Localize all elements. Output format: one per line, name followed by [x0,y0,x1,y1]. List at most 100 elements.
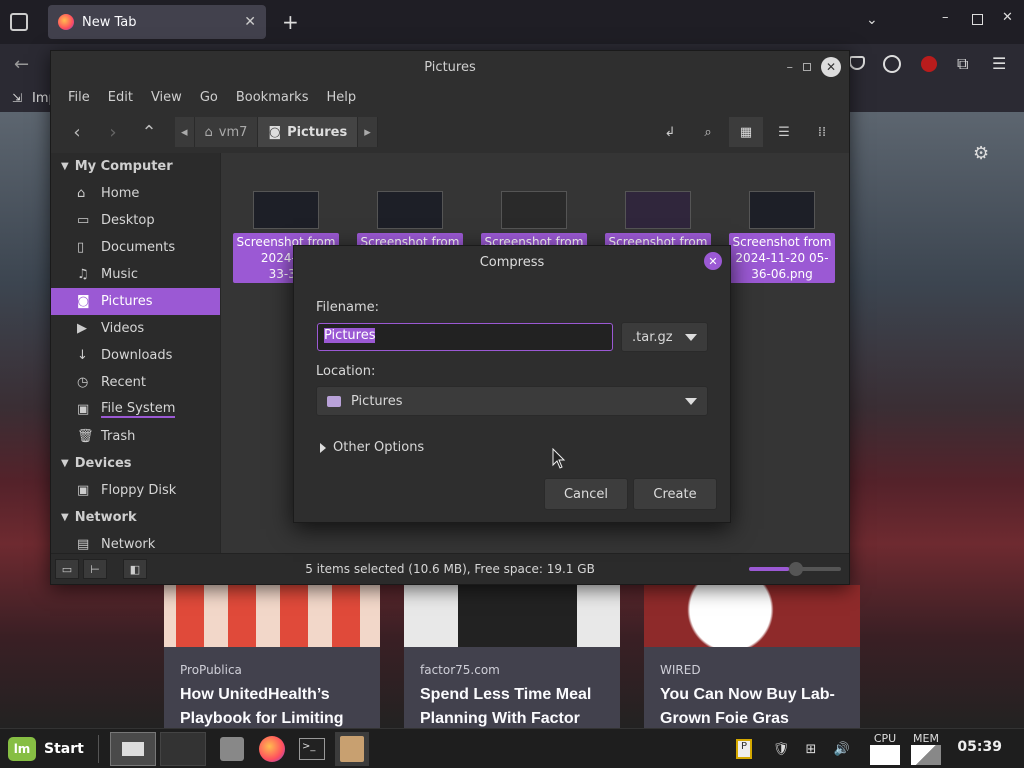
cpu-monitor[interactable]: CPU [866,729,904,768]
compact-view-icon[interactable]: ⁞⁞ [805,117,839,147]
menu-go[interactable]: Go [191,90,227,105]
list-all-tabs-icon[interactable]: ⌄ [866,12,878,28]
sidebar-item-desktop[interactable]: ▭ Desktop [51,207,220,234]
compress-dialog: Compress ✕ Filename: Pictures .tar.gz Lo… [293,245,731,523]
sidebar-item-label: Network [101,537,156,552]
sidebar-header-network[interactable]: ▼ Network [51,504,220,531]
image-thumbnail [749,191,815,229]
menu-help[interactable]: Help [317,90,365,105]
file-item[interactable]: Screenshot from [481,191,587,251]
dialog-titlebar[interactable]: Compress ✕ [294,246,730,278]
network-icon[interactable]: ⊞ [800,729,822,768]
minimize-icon[interactable]: – [942,10,949,25]
terminal-app-icon[interactable]: >_ [295,732,329,766]
breadcrumb-current[interactable]: ◙ Pictures [258,117,359,147]
archive-app-icon[interactable] [335,732,369,766]
create-button[interactable]: Create [633,478,717,510]
separator [98,735,99,763]
extensions-icon[interactable]: ⧉ [957,54,968,74]
breadcrumb-left-arrow[interactable]: ◂ [175,117,195,147]
sidebar-item-label: Music [101,267,138,282]
zoom-slider-handle[interactable] [789,562,803,576]
music-icon: ♫ [77,267,89,282]
close-icon[interactable]: ✕ [704,252,722,270]
menu-bookmarks[interactable]: Bookmarks [227,90,318,105]
menu-icon[interactable]: ☰ [992,54,1006,73]
close-icon[interactable]: ✕ [821,57,841,77]
floppy-icon: ▣ [77,483,90,498]
zoom-slider-fill [749,567,789,571]
sidebar-item-downloads[interactable]: ↓ Downloads [51,342,220,369]
sidebar-item-pictures[interactable]: ◙ Pictures [51,288,220,315]
window-titlebar[interactable]: Pictures – ✕ [51,51,849,83]
sidebar-item-network[interactable]: ▤ Network [51,531,220,553]
sidebar-item-label: Floppy Disk [101,483,177,498]
filename-input[interactable]: Pictures [317,323,613,351]
maximize-icon[interactable] [972,14,983,25]
account-icon[interactable] [883,55,901,73]
sidebar-item-label: File System [101,401,176,418]
files-app-icon[interactable] [215,732,249,766]
new-tab-icon[interactable]: + [282,10,299,34]
minimize-icon[interactable]: – [787,60,794,75]
back-icon[interactable]: ‹ [59,117,95,147]
start-button[interactable]: lm Start [0,736,84,761]
workspace-1[interactable] [110,732,156,766]
sidebar-item-trash[interactable]: 🗑 Trash [51,423,220,450]
file-item[interactable]: Screenshot from [605,191,711,251]
camera-icon: ◙ [268,124,282,140]
sidebar-item-documents[interactable]: ▯ Documents [51,234,220,261]
back-icon[interactable]: ← [14,54,29,75]
up-icon[interactable]: ⌃ [131,117,167,147]
cancel-button[interactable]: Cancel [544,478,628,510]
toggle-location-icon[interactable]: ↲ [653,117,687,147]
workspace-2[interactable] [160,732,206,766]
expand-icon: ▼ [61,458,69,469]
tab-list-icon[interactable] [10,13,28,31]
story-card[interactable]: ProPublica How UnitedHealth’s Playbook f… [164,585,380,730]
sidebar-header-my-computer[interactable]: ▼ My Computer [51,153,220,180]
format-select[interactable]: .tar.gz [621,322,708,352]
list-view-icon[interactable]: ☰ [767,117,801,147]
sidebar-item-videos[interactable]: ▶ Videos [51,315,220,342]
menu-view[interactable]: View [142,90,191,105]
firefox-app-icon[interactable] [255,732,289,766]
story-card[interactable]: factor75.com Spend Less Time Meal Planni… [404,585,620,730]
pocket-icon[interactable] [849,56,865,70]
close-tab-icon[interactable]: ✕ [244,14,256,30]
icon-view-icon[interactable]: ▦ [729,117,763,147]
file-item[interactable]: Screenshot from [357,191,463,251]
volume-icon[interactable]: 🔊 [831,729,853,768]
browser-tab[interactable]: New Tab ✕ [48,5,266,39]
clock[interactable]: 05:39 [957,739,1002,755]
menu-edit[interactable]: Edit [99,90,142,105]
maximize-icon[interactable] [803,63,811,71]
forward-icon[interactable]: › [95,117,131,147]
status-text: 5 items selected (10.6 MB), Free space: … [305,562,595,576]
sidebar-item-file-system[interactable]: ▣ File System [51,396,220,423]
breadcrumb-home[interactable]: ⌂ vm7 [194,117,259,147]
zoom-slider[interactable] [749,562,841,576]
sidebar-item-home[interactable]: ⌂ Home [51,180,220,207]
breadcrumb: ◂ ⌂ vm7 ◙ Pictures ▸ [175,117,378,147]
search-icon[interactable]: ⌕ [691,117,725,147]
document-icon: ▯ [77,240,85,255]
mem-monitor[interactable]: MEM [908,729,944,768]
mouse-cursor [552,448,566,469]
menu-file[interactable]: File [59,90,99,105]
ublock-icon[interactable] [921,56,937,72]
location-select[interactable]: Pictures [316,386,708,416]
story-card[interactable]: WIRED You Can Now Buy Lab-Grown Foie Gra… [644,585,860,730]
sidebar-header-devices[interactable]: ▼ Devices [51,450,220,477]
file-item[interactable]: Screenshot from 2024-11-20 05- 36-06.png [729,191,835,283]
newtab-settings-icon[interactable]: ⚙ [973,143,989,164]
breadcrumb-right-arrow[interactable]: ▸ [358,117,378,147]
clipboard-icon[interactable]: P [733,729,755,768]
other-options-expander[interactable]: Other Options [320,440,424,455]
sidebar-item-recent[interactable]: ◷ Recent [51,369,220,396]
close-window-icon[interactable]: ✕ [1002,10,1013,25]
sidebar-item-music[interactable]: ♫ Music [51,261,220,288]
sidebar-item-floppy[interactable]: ▣ Floppy Disk [51,477,220,504]
story-source: WIRED [660,663,701,677]
shield-icon[interactable]: 🛡 [770,729,792,768]
